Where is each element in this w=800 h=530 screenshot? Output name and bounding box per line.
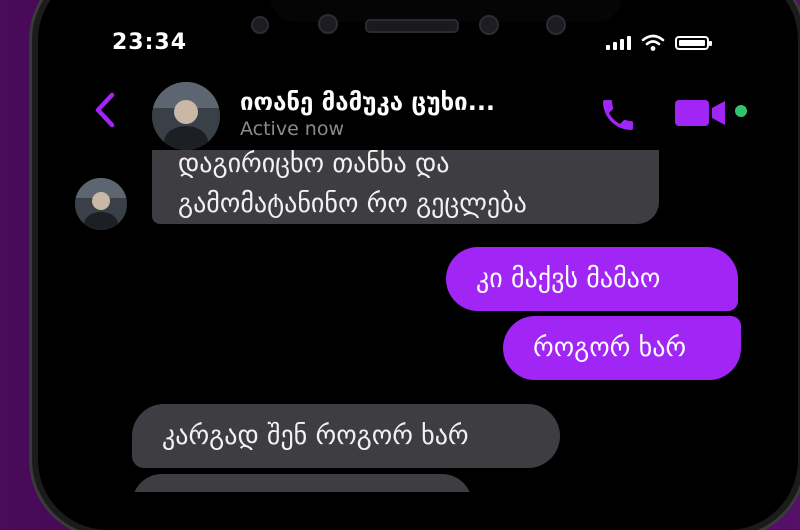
avatar[interactable]: [152, 82, 220, 150]
status-icons: [606, 34, 712, 52]
message-line: გამომატანინო რო გეცლება: [178, 189, 527, 219]
avatar-image: [152, 82, 220, 150]
phone-icon[interactable]: [596, 95, 640, 135]
wifi-icon: [641, 34, 665, 51]
message-bubble-incoming[interactable]: [132, 474, 472, 492]
camera-dot: [479, 15, 499, 35]
message-bubble-outgoing[interactable]: კი მაქვს მამაო: [446, 247, 738, 311]
online-indicator: [735, 105, 747, 117]
video-camera-icon[interactable]: [675, 98, 727, 128]
camera-dot: [318, 14, 338, 34]
message-bubble-incoming[interactable]: დაგირიცხო თანხა და გამომატანინო რო გეცლე…: [152, 150, 659, 224]
sender-avatar[interactable]: [75, 178, 127, 230]
message-bubble-outgoing[interactable]: როგორ ხარ: [503, 316, 741, 380]
contact-name[interactable]: იოანე მამუკა ცუხი...: [240, 88, 495, 116]
message-line: დაგირიცხო თანხა და: [178, 150, 450, 179]
back-chevron-icon[interactable]: [92, 92, 118, 128]
earpiece-speaker: [365, 19, 459, 33]
sensor-dot: [251, 16, 269, 34]
presence-status: Active now: [240, 118, 345, 140]
status-time: 23:34: [112, 30, 188, 55]
signal-icon: [606, 36, 631, 50]
message-bubble-incoming[interactable]: კარგად შენ როგორ ხარ: [132, 404, 560, 468]
avatar-image: [75, 178, 127, 230]
battery-icon: [675, 36, 712, 50]
sensor-dot: [546, 15, 566, 35]
